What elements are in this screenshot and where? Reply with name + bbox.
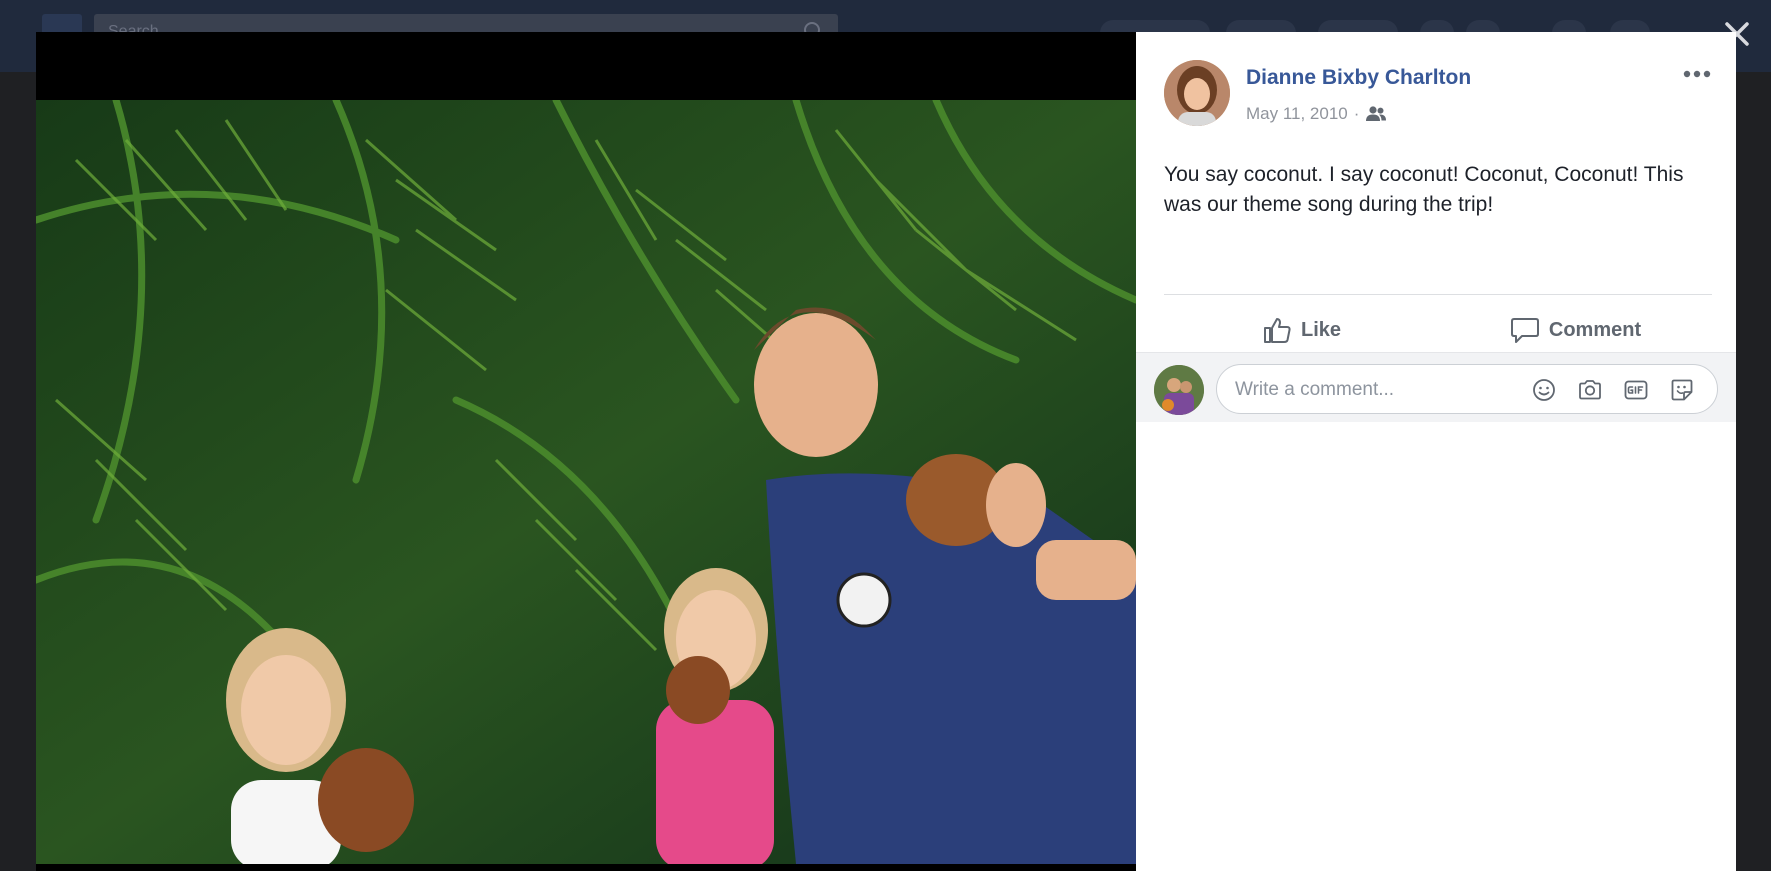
author-avatar-image	[1164, 60, 1230, 126]
photo-stage[interactable]	[36, 32, 1136, 871]
meta-separator: ·	[1353, 104, 1360, 123]
comment-field[interactable]	[1216, 364, 1718, 414]
post-actions: Like Comment	[1164, 302, 1712, 358]
photo-image	[36, 100, 1136, 864]
thumbs-up-icon	[1263, 318, 1291, 343]
post-options-button[interactable]	[1680, 64, 1714, 84]
comment-button[interactable]: Comment	[1438, 302, 1712, 358]
friends-icon[interactable]	[1365, 105, 1387, 123]
comment-label: Comment	[1548, 318, 1642, 341]
current-user-avatar-image	[1154, 365, 1204, 415]
post-date-link[interactable]: May 11, 2010	[1246, 104, 1348, 124]
post-meta: May 11, 2010 ·	[1246, 104, 1387, 124]
comment-input[interactable]	[1235, 379, 1495, 401]
like-label: Like	[1300, 318, 1342, 341]
author-avatar[interactable]	[1164, 60, 1230, 126]
camera-icon[interactable]	[1577, 377, 1603, 403]
post-photo[interactable]	[36, 100, 1136, 864]
current-user-avatar[interactable]	[1154, 365, 1204, 415]
gif-icon[interactable]	[1623, 377, 1649, 403]
author-name-link[interactable]: Dianne Bixby Charlton	[1246, 66, 1471, 90]
more-options-icon	[1683, 70, 1711, 78]
like-button[interactable]: Like	[1164, 302, 1438, 358]
comment-icon	[1510, 318, 1539, 343]
post-side-panel: Dianne Bixby Charlton May 11, 2010 · You…	[1136, 32, 1736, 871]
comment-composer	[1136, 352, 1736, 422]
emoji-icon[interactable]	[1531, 377, 1557, 403]
actions-divider	[1164, 294, 1712, 295]
sticker-icon[interactable]	[1669, 377, 1695, 403]
post-message: You say coconut. I say coconut! Coconut,…	[1164, 163, 1684, 216]
